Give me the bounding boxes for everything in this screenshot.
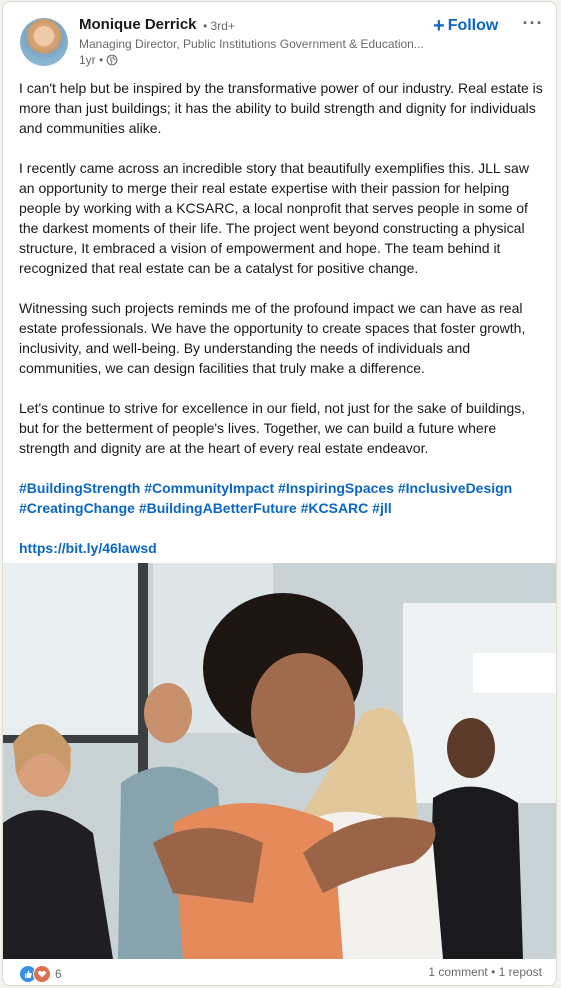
hashtag-list: #BuildingStrength #CommunityImpact #Insp… <box>19 478 547 518</box>
connection-degree: • 3rd+ <box>203 19 235 33</box>
author-headline: Managing Director, Public Institutions G… <box>79 37 424 51</box>
post-photo-illustration <box>3 563 556 959</box>
feed-post-card: Monique Derrick • 3rd+ Managing Director… <box>2 1 557 986</box>
reposts-count-link[interactable]: 1 repost <box>499 965 542 979</box>
hashtag-link[interactable]: #BuildingABetterFuture <box>139 500 297 516</box>
hashtag-link[interactable]: #CommunityImpact <box>144 480 274 496</box>
author-avatar[interactable] <box>20 18 68 66</box>
reactions[interactable]: 6 <box>19 965 62 983</box>
hashtag-link[interactable]: #CreatingChange <box>19 500 135 516</box>
post-paragraph: I recently came across an incredible sto… <box>19 160 529 276</box>
post-time: 1yr • <box>79 53 104 67</box>
more-options-icon[interactable]: ··· <box>519 11 547 35</box>
post-image[interactable] <box>3 563 556 959</box>
comment-repost-stats: 1 comment • 1 repost <box>428 965 542 979</box>
stats-separator: • <box>487 965 499 979</box>
hashtag-link[interactable]: #BuildingStrength <box>19 480 140 496</box>
post-social-counts: 6 1 comment • 1 repost <box>3 959 556 985</box>
hashtag-link[interactable]: #InspiringSpaces <box>278 480 394 496</box>
author-name[interactable]: Monique Derrick <box>79 16 197 33</box>
post-link-container: https://bit.ly/46lawsd <box>19 538 547 558</box>
globe-icon <box>106 54 118 66</box>
comments-count-link[interactable]: 1 comment <box>428 965 487 979</box>
love-reaction-icon <box>33 965 51 983</box>
post-paragraph: I can't help but be inspired by the tran… <box>19 80 543 136</box>
post-meta: 1yr • <box>79 53 118 67</box>
post-paragraph: Let's continue to strive for excellence … <box>19 400 526 456</box>
post-url-link[interactable]: https://bit.ly/46lawsd <box>19 540 157 556</box>
follow-button[interactable]: + Follow <box>433 15 498 37</box>
plus-icon: + <box>433 15 445 37</box>
post-body: I can't help but be inspired by the tran… <box>19 78 547 558</box>
post-paragraph: Witnessing such projects reminds me of t… <box>19 300 526 376</box>
hashtag-link[interactable]: #jll <box>372 500 391 516</box>
hashtag-link[interactable]: #KCSARC <box>301 500 369 516</box>
reaction-count: 6 <box>55 967 62 981</box>
post-header: Monique Derrick • 3rd+ Managing Director… <box>3 2 556 72</box>
follow-label: Follow <box>447 17 499 34</box>
hashtag-link[interactable]: #InclusiveDesign <box>398 480 512 496</box>
